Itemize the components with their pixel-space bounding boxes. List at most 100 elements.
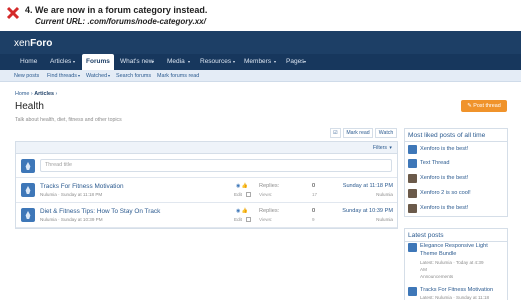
close-x-icon [6,6,20,20]
breadcrumb: Home › Articles › [15,91,57,97]
nav-members[interactable]: Members [244,54,271,70]
list-item-label: Xenforo 2 is so cool! [420,190,471,196]
last-post-user[interactable]: Nulumia [376,192,393,197]
avatar [408,174,417,183]
nav-articles[interactable]: Articles [50,54,71,70]
widget-title: Latest posts [405,229,507,242]
nav-whats-new[interactable]: What's new [120,54,153,70]
thread-meta: Nulumia · Sunday at 10:39 PM [40,217,103,222]
filters-label: Filters [372,145,387,151]
replies-label: Replies: [259,208,280,214]
site-logo[interactable]: xenForo [14,38,52,49]
edit-link[interactable]: Edit [234,192,242,197]
post-title-line1[interactable]: Tracks For Fitness Motivation [420,287,493,293]
avatar [408,204,417,213]
nav-media[interactable]: Media [167,54,185,70]
select-checkbox-icon[interactable]: ☑ [330,128,341,138]
chevron-down-icon[interactable]: ▾ [188,54,190,70]
breadcrumb-home[interactable]: Home [15,91,29,97]
select-checkbox[interactable] [246,217,251,222]
eye-icon: ◉ [236,183,241,189]
thread-title-link[interactable]: Tracks For Fitness Motivation [40,183,124,190]
thread-status-icons: ◉ 👍 [236,183,248,189]
subnav-mark-forums-read[interactable]: Mark forums read [157,70,199,82]
annotation-banner: 4. We are now in a forum category instea… [0,0,521,31]
nav-resources[interactable]: Resources [200,54,231,70]
filters-button[interactable]: Filters ▾ [373,142,392,154]
views-count: 9 [312,217,315,222]
chevron-down-icon[interactable]: ▾ [152,54,154,70]
post-thread-button[interactable]: ✎ Post thread [461,100,507,112]
list-item-label: Text Thread [420,160,450,166]
quick-thread-row: Thread title [16,154,397,178]
list-item-label: Xenforo is the best! [420,175,469,181]
avatar [408,287,417,296]
subnav-find-threads[interactable]: Find threads [47,70,77,82]
list-item-label: Xenforo is the best! [420,205,469,211]
post-meta: Latest: Nulumia · Today at 4:39 [420,260,484,265]
logo-part-a: xen [14,38,31,49]
thread-list: Filters ▾ Thread title Tracks For Fitnes… [15,141,398,229]
edit-link[interactable]: Edit [234,217,242,222]
list-item[interactable]: Elegance Responsive Light Theme Bundle L… [408,243,508,285]
post-thread-label: Post thread [473,103,501,109]
post-meta: Latest: Nulumia · Sunday at 11:18 [420,295,490,300]
nav-pages[interactable]: Pages [286,54,304,70]
table-row: Tracks For Fitness Motivation Nulumia · … [16,178,397,203]
thread-meta: Nulumia · Sunday at 11:18 PM [40,192,103,197]
nav-home[interactable]: Home [20,54,37,70]
post-meta-cont: AM [420,267,427,272]
watch-button[interactable]: Watch [375,128,397,138]
most-liked-widget: Most liked posts of all time Xenforo is … [404,128,508,217]
latest-posts-widget: Latest posts Elegance Responsive Light T… [404,228,508,300]
filter-bar: Filters ▾ [16,142,397,154]
chevron-down-icon[interactable]: ▾ [233,54,235,70]
nav-forums[interactable]: Forums [82,54,114,70]
post-title-line1[interactable]: Elegance Responsive Light [420,243,488,249]
select-checkbox[interactable] [246,192,251,197]
widget-title: Most liked posts of all time [405,129,507,142]
replies-count: 0 [312,208,316,214]
thread-title-link[interactable]: Diet & Fitness Tips: How To Stay On Trac… [40,208,160,215]
subnav-search-forums[interactable]: Search forums [116,70,151,82]
subnav-watched[interactable]: Watched [86,70,107,82]
views-count: 17 [312,192,318,197]
last-post-user[interactable]: Nulumia [376,217,393,222]
thread-title-input[interactable]: Thread title [40,159,392,172]
breadcrumb-separator: › [55,91,58,97]
avatar [21,159,35,173]
main-nav: Home Articles ▾ Forums What's new ▾ Medi… [0,54,521,70]
logo-part-b: Foro [30,38,53,49]
replies-label: Replies: [259,183,280,189]
chevron-down-icon[interactable]: ▾ [78,70,80,82]
subnav-new-posts[interactable]: New posts [14,70,39,82]
post-title-line2[interactable]: Theme Bundle [420,251,456,257]
chevron-down-icon[interactable]: ▾ [274,54,276,70]
like-icon: 👍 [241,208,248,214]
like-icon: 👍 [241,183,248,189]
avatar[interactable] [21,183,35,197]
avatar[interactable] [21,208,35,222]
views-label: Views: [259,217,273,222]
avatar [408,243,417,252]
last-post-date[interactable]: Sunday at 11:18 PM [343,183,393,189]
annotation-line1: 4. We are now in a forum category instea… [25,5,208,15]
sub-nav: New posts Find threads ▾ Watched ▾ Searc… [0,70,521,82]
avatar [408,189,417,198]
views-label: Views: [259,192,273,197]
avatar [408,159,417,168]
breadcrumb-articles[interactable]: Articles [34,91,54,97]
annotation-line2: Current URL: .com/forums/node-category.x… [35,17,206,26]
chevron-down-icon[interactable]: ▾ [108,70,110,82]
list-item[interactable]: Tracks For Fitness Motivation Latest: Nu… [408,287,508,301]
chevron-down-icon[interactable]: ▾ [73,54,75,70]
post-forum[interactable]: Announcements [420,274,453,279]
avatar [408,145,417,154]
chevron-down-icon[interactable]: ▾ [304,54,306,70]
site-header [0,31,521,54]
last-post-date[interactable]: Sunday at 10:39 PM [342,208,393,214]
eye-icon: ◉ [236,208,241,214]
mark-read-button[interactable]: Mark read [343,128,373,138]
page-title: Health [15,101,44,112]
replies-count: 0 [312,183,316,189]
